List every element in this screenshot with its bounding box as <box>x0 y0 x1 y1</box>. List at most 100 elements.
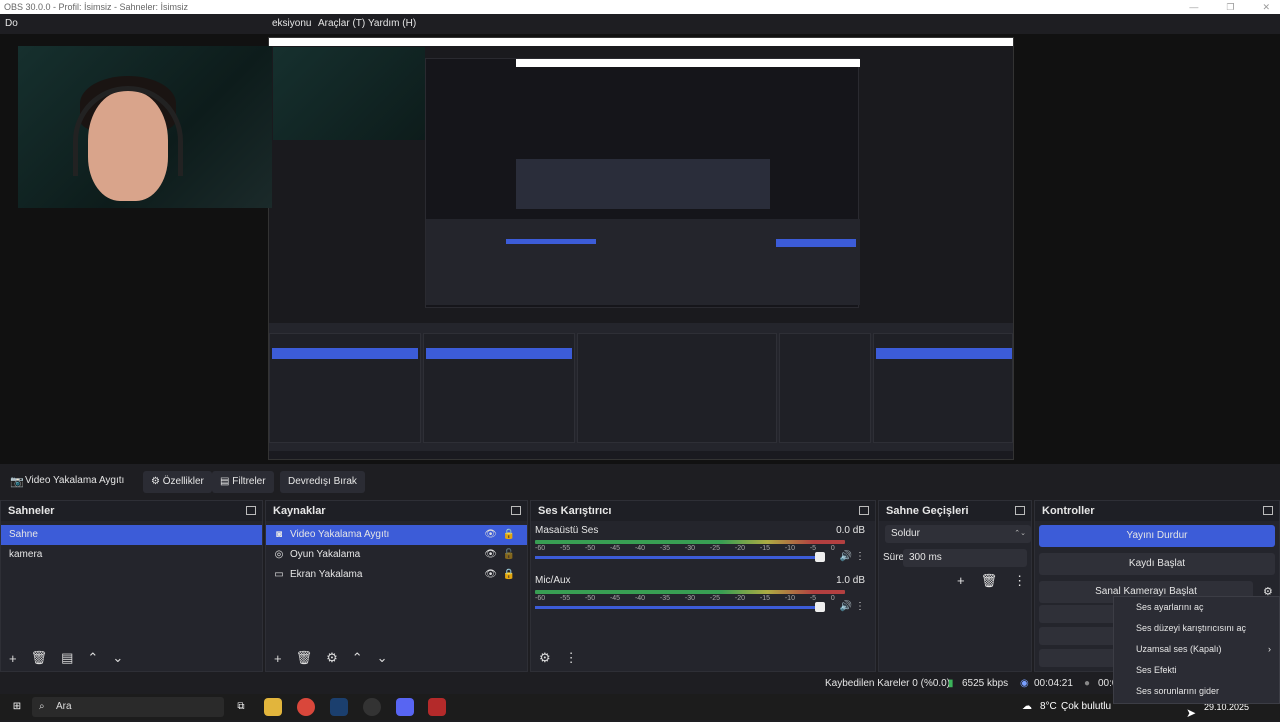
menu-item-file[interactable]: Do <box>5 14 18 34</box>
popout-icon[interactable] <box>246 506 256 515</box>
slider-handle[interactable] <box>815 552 825 562</box>
controls-header: Kontroller <box>1035 501 1279 521</box>
scene-item[interactable]: Sahne <box>1 525 262 545</box>
speaker-icon[interactable]: 🔊 ⋮ <box>840 551 865 562</box>
menu-bar: Do eksiyonu Araçlar (T) Yardım (H) <box>0 14 1280 34</box>
popout-icon[interactable] <box>859 506 869 515</box>
duration-input[interactable]: 300 ms <box>903 549 1027 567</box>
source-item[interactable]: ◎ Oyun Yakalama 👁 🔓 <box>266 545 527 565</box>
transitions-header: Sahne Geçişleri <box>879 501 1031 521</box>
source-item[interactable]: ▭ Ekran Yakalama 👁 🔒 <box>266 565 527 585</box>
task-view-icon[interactable]: ⧉ <box>232 698 250 716</box>
menu-item-audio-settings[interactable]: Ses ayarlarını aç <box>1114 597 1279 618</box>
arrow-down-icon[interactable]: ⌄ <box>112 650 123 666</box>
popout-icon[interactable] <box>1015 506 1025 515</box>
nested-docks <box>269 323 1013 453</box>
menu-item-sound-effect[interactable]: Ses Efekti <box>1114 660 1279 681</box>
chrome-icon[interactable] <box>297 698 315 716</box>
source-item[interactable]: ◙ Video Yakalama Aygıtı 👁 🔒 <box>266 525 527 545</box>
eye-icon[interactable]: 👁 <box>484 545 497 565</box>
lock-icon[interactable]: 🔒 <box>503 525 515 545</box>
weather-temp[interactable]: 8°C <box>1040 698 1057 716</box>
menu-item-tools[interactable]: Araçlar (T) <box>318 14 365 34</box>
maximize-icon[interactable]: ❐ <box>1226 0 1234 14</box>
mouse-cursor-icon: ➤ <box>1186 706 1197 720</box>
menu-item-spatial-audio[interactable]: Uzamsal ses (Kapalı) › <box>1114 639 1279 660</box>
nested-taskbar <box>269 451 1013 459</box>
close-icon[interactable]: ✕ <box>1262 0 1270 14</box>
kebab-menu-icon[interactable]: ⋮ <box>1013 573 1026 589</box>
controls-title: Kontroller <box>1042 505 1095 517</box>
steam-icon[interactable] <box>330 698 348 716</box>
add-icon[interactable]: + <box>9 651 17 666</box>
menu-item-profile[interactable]: eksiyonu <box>272 14 311 34</box>
popout-icon[interactable] <box>511 506 521 515</box>
game-app-icon[interactable] <box>428 698 446 716</box>
kebab-menu-icon[interactable]: ⋮ <box>565 650 578 666</box>
trash-icon[interactable]: 🗑 <box>31 650 48 666</box>
program-preview[interactable] <box>0 34 1280 464</box>
recursive-capture <box>425 58 860 308</box>
source-label: Video Yakalama Aygıtı <box>290 529 390 540</box>
volume-slider[interactable] <box>535 602 825 612</box>
menu-item-label: Uzamsal ses (Kapalı) <box>1136 644 1222 654</box>
gear-icon[interactable]: ⚙ <box>539 650 551 666</box>
window-title: OBS 30.0.0 - Profil: İsimsiz - Sahneler:… <box>4 2 189 12</box>
audio-context-menu: Ses ayarlarını aç Ses düzeyi karıştırıcı… <box>1113 596 1280 704</box>
volume-meter <box>535 540 845 544</box>
chevron-right-icon: › <box>1268 644 1271 654</box>
menu-item-volume-mixer[interactable]: Ses düzeyi karıştırıcısını aç <box>1114 618 1279 639</box>
menu-item-troubleshoot[interactable]: Ses sorunlarını gider <box>1114 681 1279 702</box>
record-icon: ● <box>1084 678 1091 689</box>
deactivate-button[interactable]: Devredışı Bırak <box>280 471 365 493</box>
speaker-icon[interactable]: 🔊 ⋮ <box>840 601 865 612</box>
slider-handle[interactable] <box>815 602 825 612</box>
taskbar-search[interactable]: ⌕ Ara <box>32 697 224 717</box>
obs-icon[interactable] <box>363 698 381 716</box>
transition-select[interactable]: Soldur <box>885 525 1031 543</box>
channel-db: 1.0 dB <box>836 575 865 586</box>
bitrate: 6525 kbps <box>962 678 1009 689</box>
sources-header: Kaynaklar <box>266 501 527 521</box>
source-label: Ekran Yakalama <box>290 569 363 580</box>
transitions-title: Sahne Geçişleri <box>886 505 969 517</box>
arrow-up-icon[interactable]: ⌃ <box>87 650 98 666</box>
popout-icon[interactable] <box>1263 506 1273 515</box>
properties-button[interactable]: ⚙ Özellikler <box>143 471 212 493</box>
mixer-channel: Mic/Aux 1.0 dB -60 -55 -50 -45 -40 -35 -30 -25-… <box>535 575 875 612</box>
filters-button[interactable]: ▤ Filtreler <box>212 471 274 493</box>
unlock-icon[interactable]: 🔓 <box>503 545 515 565</box>
camera-icon: 📷 <box>10 476 24 488</box>
menu-item-help[interactable]: Yardım (H) <box>368 14 416 34</box>
weather-icon: ☁ <box>1022 701 1032 712</box>
add-icon[interactable]: + <box>957 573 965 589</box>
arrow-down-icon[interactable]: ⌄ <box>377 650 388 666</box>
windows-start-icon[interactable]: ⊞ <box>8 698 26 716</box>
filter-icon: ▤ <box>220 476 230 487</box>
gear-icon[interactable]: ⚙ <box>326 650 338 666</box>
selected-source-label: Video Yakalama Aygıtı <box>25 475 125 486</box>
eye-icon[interactable]: 👁 <box>484 525 497 545</box>
start-recording-button[interactable]: Kaydı Başlat <box>1039 553 1275 575</box>
filter-icon[interactable]: ▤ <box>61 650 73 666</box>
scene-item[interactable]: kamera <box>1 545 262 565</box>
scenes-header: Sahneler <box>1 501 262 521</box>
stream-time: 00:04:21 <box>1034 678 1073 689</box>
stop-streaming-button[interactable]: Yayını Durdur <box>1039 525 1275 547</box>
minimize-icon[interactable]: — <box>1189 0 1198 14</box>
status-bar: Kaybedilen Kareler 0 (%0.0) ▮ 6525 kbps … <box>0 674 1280 694</box>
add-icon[interactable]: + <box>274 651 282 666</box>
volume-slider[interactable] <box>535 552 825 562</box>
file-explorer-icon[interactable] <box>264 698 282 716</box>
eye-icon[interactable]: 👁 <box>484 565 497 585</box>
lock-icon[interactable]: 🔒 <box>503 565 515 585</box>
discord-icon[interactable] <box>396 698 414 716</box>
channel-name: Mic/Aux <box>535 575 571 586</box>
scene-transitions-dock: Sahne Geçişleri Soldur Süre 300 ms + 🗑 ⋮ <box>878 500 1032 672</box>
trash-icon[interactable]: 🗑 <box>296 650 313 666</box>
meter-ticks: -60 -55 -50 -45 -40 -35 -30 -25 -20 -15 -10 -5 0 <box>535 595 835 602</box>
weather-text[interactable]: Çok bulutlu <box>1061 698 1111 716</box>
arrow-up-icon[interactable]: ⌃ <box>352 650 363 666</box>
trash-icon[interactable]: 🗑 <box>981 573 998 589</box>
mixer-channel: Masaüstü Ses 0.0 dB -60 -55 -50 -45 -40 -35 -3… <box>535 525 875 562</box>
